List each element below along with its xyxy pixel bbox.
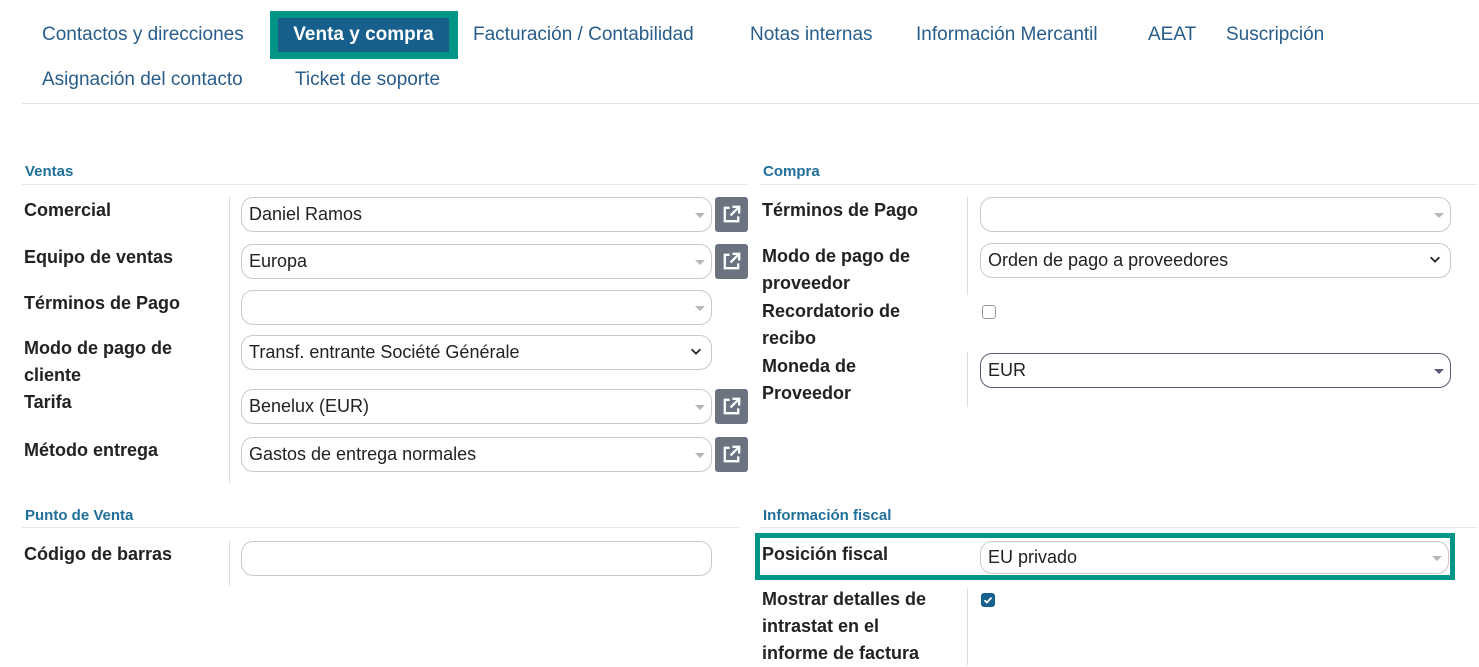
caret-down-icon xyxy=(1434,213,1444,218)
section-title-punto-venta: Punto de Venta xyxy=(25,507,134,524)
column-separator xyxy=(229,541,230,586)
terminos-pago-ventas-select[interactable] xyxy=(241,290,712,325)
caret-down-icon xyxy=(1434,369,1444,374)
column-separator xyxy=(967,588,968,665)
moneda-proveedor-select[interactable]: EUR xyxy=(980,353,1451,388)
external-link-icon xyxy=(723,445,741,463)
recordatorio-recibo-checkbox[interactable] xyxy=(982,305,996,319)
tarifa-select[interactable]: Benelux (EUR) xyxy=(241,389,712,424)
tab-aeat[interactable]: AEAT xyxy=(1148,23,1196,47)
section-divider xyxy=(760,184,1477,185)
label-equipo-ventas: Equipo de ventas xyxy=(24,247,174,267)
comercial-external-link-button[interactable] xyxy=(715,197,748,232)
tab-ticket-soporte[interactable]: Ticket de soporte xyxy=(295,68,440,92)
tarifa-external-link-button[interactable] xyxy=(715,389,748,424)
section-title-ventas: Ventas xyxy=(25,163,74,180)
equipo-external-link-button[interactable] xyxy=(715,244,748,279)
check-icon xyxy=(983,596,993,604)
comercial-value: Daniel Ramos xyxy=(249,204,363,224)
equipo-ventas-select[interactable]: Europa xyxy=(241,244,712,279)
codigo-barras-input[interactable] xyxy=(241,541,712,576)
caret-down-icon xyxy=(695,260,705,265)
equipo-ventas-value: Europa xyxy=(249,251,308,271)
external-link-icon xyxy=(723,252,741,270)
modo-pago-cliente-select[interactable]: Transf. entrante Société Générale xyxy=(241,335,712,370)
modo-pago-proveedor-value: Orden de pago a proveedores xyxy=(988,250,1229,270)
tab-venta-compra[interactable]: Venta y compra xyxy=(278,18,449,52)
label-modo-pago-proveedor: Modo de pago de proveedor xyxy=(762,246,910,293)
section-divider xyxy=(22,527,739,528)
caret-down-icon xyxy=(695,405,705,410)
metodo-entrega-external-link-button[interactable] xyxy=(715,437,748,472)
external-link-icon xyxy=(723,205,741,223)
modo-pago-cliente-value: Transf. entrante Société Générale xyxy=(249,342,520,362)
section-title-compra: Compra xyxy=(763,163,820,180)
column-separator xyxy=(967,352,968,407)
tab-asignacion-contacto[interactable]: Asignación del contacto xyxy=(42,68,243,92)
column-separator xyxy=(229,197,230,483)
metodo-entrega-value: Gastos de entrega normales xyxy=(249,444,477,464)
label-recordatorio-recibo: Recordatorio de recibo xyxy=(762,301,901,348)
caret-down-icon xyxy=(695,306,705,311)
label-metodo-entrega: Método entrega xyxy=(24,440,159,460)
chevron-down-icon xyxy=(691,348,701,355)
label-terminos-pago-compra: Términos de Pago xyxy=(762,200,919,220)
external-link-icon xyxy=(723,397,741,415)
tabs-divider xyxy=(22,103,1479,104)
tab-suscripcion[interactable]: Suscripción xyxy=(1226,23,1324,47)
label-moneda-proveedor: Moneda de Proveedor xyxy=(762,356,857,403)
chevron-down-icon xyxy=(1430,256,1440,263)
section-divider xyxy=(760,527,1477,528)
tab-notas-internas[interactable]: Notas internas xyxy=(750,23,873,47)
comercial-select[interactable]: Daniel Ramos xyxy=(241,197,712,232)
label-comercial: Comercial xyxy=(24,200,112,220)
tab-informacion-mercantil[interactable]: Información Mercantil xyxy=(916,23,1098,47)
caret-down-icon xyxy=(695,453,705,458)
tab-contactos[interactable]: Contactos y direcciones xyxy=(42,23,244,47)
tab-facturacion[interactable]: Facturación / Contabilidad xyxy=(473,23,694,47)
label-tarifa: Tarifa xyxy=(24,392,72,412)
section-divider xyxy=(22,184,747,185)
label-codigo-barras: Código de barras xyxy=(24,544,173,564)
highlight-box xyxy=(755,533,1455,580)
label-terminos-pago-ventas: Términos de Pago xyxy=(24,293,181,313)
metodo-entrega-select[interactable]: Gastos de entrega normales xyxy=(241,437,712,472)
section-title-informacion-fiscal: Información fiscal xyxy=(763,507,892,524)
moneda-proveedor-value: EUR xyxy=(988,360,1027,380)
modo-pago-proveedor-select[interactable]: Orden de pago a proveedores xyxy=(980,243,1451,278)
caret-down-icon xyxy=(695,213,705,218)
mostrar-intrastat-checkbox[interactable] xyxy=(981,593,995,607)
terminos-pago-compra-select[interactable] xyxy=(980,197,1451,232)
column-separator xyxy=(967,197,968,295)
tarifa-value: Benelux (EUR) xyxy=(249,396,370,416)
label-mostrar-intrastat: Mostrar detalles de intrastat en el info… xyxy=(762,589,927,663)
label-modo-pago-cliente: Modo de pago de cliente xyxy=(24,338,172,385)
